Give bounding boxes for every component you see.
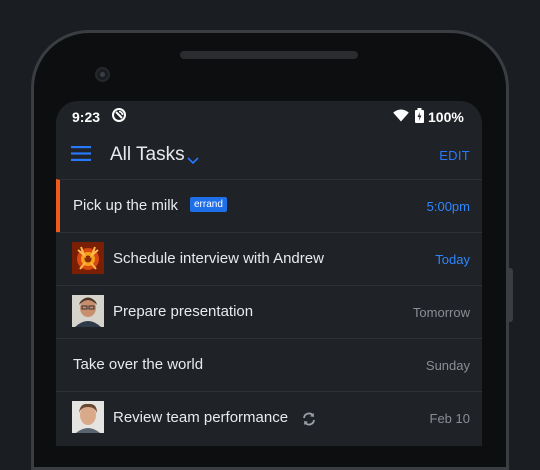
side-button — [509, 268, 513, 322]
task-due: Sunday — [425, 358, 470, 373]
chevron-down-icon[interactable] — [187, 152, 199, 170]
battery-icon — [415, 108, 424, 126]
task-title: Take over the world — [73, 356, 204, 373]
task-row[interactable]: Take over the world Sunday — [56, 338, 482, 391]
speaker-grille — [180, 51, 358, 59]
task-due: Today — [435, 252, 470, 267]
task-tag: errand — [190, 197, 227, 212]
flame-avatar — [72, 242, 104, 274]
edit-button[interactable]: EDIT — [439, 148, 470, 163]
status-time: 9:23 — [72, 109, 101, 125]
task-title: Review team performance — [113, 409, 289, 426]
person-avatar — [72, 401, 104, 433]
task-row[interactable]: Schedule interview with Andrew Today — [56, 232, 482, 285]
wifi-icon — [393, 109, 409, 125]
task-row[interactable]: Prepare presentation Tomorrow — [56, 285, 482, 338]
front-camera — [95, 67, 110, 82]
app-screen: 9:23 100% All Tasks EDIT Pick up the mil… — [56, 101, 482, 446]
sync-status-icon — [111, 107, 127, 126]
list-title[interactable]: All Tasks — [110, 144, 185, 166]
task-due: 5:00pm — [426, 199, 470, 214]
task-title: Pick up the milk — [73, 197, 179, 214]
task-row[interactable]: Pick up the milk errand 5:00pm — [56, 179, 482, 232]
hamburger-menu-icon[interactable] — [71, 146, 91, 166]
task-due: Feb 10 — [429, 411, 470, 426]
status-bar: 9:23 100% — [56, 101, 482, 131]
task-due: Tomorrow — [412, 305, 470, 320]
app-bar: All Tasks EDIT — [56, 131, 482, 179]
task-title: Prepare presentation — [113, 303, 254, 320]
person-avatar — [72, 295, 104, 327]
battery-percentage: 100% — [428, 109, 464, 125]
repeat-icon — [301, 411, 317, 432]
task-list: Pick up the milk errand 5:00pm Schedule … — [56, 179, 482, 444]
task-row[interactable]: Review team performance Feb 10 — [56, 391, 482, 444]
task-title: Schedule interview with Andrew — [113, 250, 324, 267]
